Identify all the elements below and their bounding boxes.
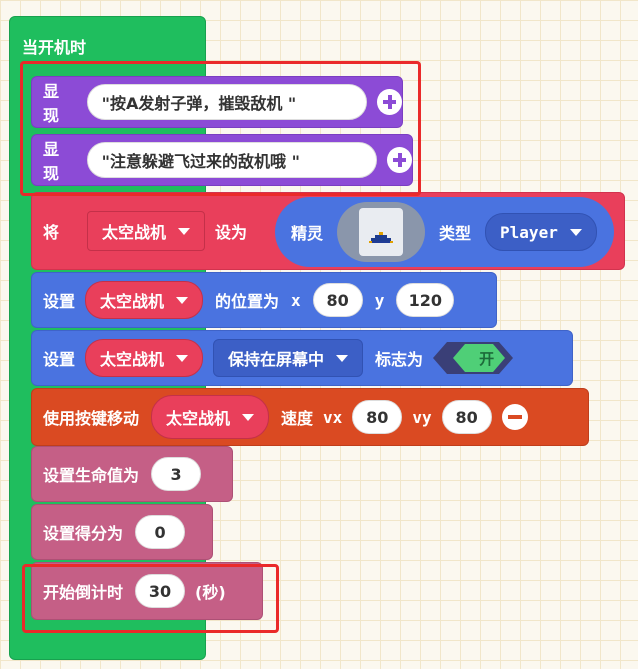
dropdown-caret-icon xyxy=(176,354,189,362)
variable-name: 太空战机 xyxy=(100,292,165,311)
x-label: x xyxy=(291,290,301,310)
flag-to-label: 标志为 xyxy=(375,350,424,369)
set-life-label: 设置生命值为 xyxy=(43,466,140,485)
set-as-label: 设为 xyxy=(215,223,248,242)
set-label: 设置 xyxy=(43,350,76,369)
move-label: 使用按键移动 xyxy=(43,409,140,428)
x-input[interactable]: 80 xyxy=(312,283,363,317)
set-position-block[interactable]: 设置 太空战机 的位置为 x 80 y 120 xyxy=(31,272,497,328)
highlight-box-countdown xyxy=(22,564,279,633)
vx-input[interactable]: 80 xyxy=(352,400,403,434)
life-input[interactable]: 3 xyxy=(151,457,202,491)
dropdown-caret-icon xyxy=(242,413,255,421)
vy-label: vy xyxy=(412,407,432,427)
toggle-value: 开 xyxy=(479,350,495,368)
speed-label: 速度 xyxy=(281,409,314,428)
set-life-block[interactable]: 设置生命值为 3 xyxy=(31,446,233,502)
vx-label: vx xyxy=(323,407,343,427)
move-with-buttons-block[interactable]: 使用按键移动 太空战机 速度 vx 80 vy 80 xyxy=(31,388,589,446)
flag-dropdown[interactable]: 保持在屏幕中 xyxy=(213,339,364,377)
on-start-label: 当开机时 xyxy=(22,38,87,57)
set-flag-block[interactable]: 设置 太空战机 保持在屏幕中 标志为 开 xyxy=(31,330,573,386)
flag-name: 保持在屏幕中 xyxy=(228,350,325,369)
dropdown-caret-icon xyxy=(178,227,191,235)
kind-dropdown[interactable]: Player xyxy=(485,213,597,251)
create-sprite-reporter[interactable]: 精灵 类型 Player xyxy=(275,197,614,267)
kind-label: 类型 xyxy=(439,224,472,243)
dropdown-caret-icon xyxy=(176,296,189,304)
sprite-image-icon xyxy=(359,208,404,256)
dropdown-caret-icon xyxy=(569,228,582,236)
variable-name: 太空战机 xyxy=(102,223,167,242)
highlight-box-show-blocks xyxy=(20,61,421,196)
vy-input[interactable]: 80 xyxy=(441,400,492,434)
set-label: 设置 xyxy=(43,292,76,311)
variable-dropdown[interactable]: 太空战机 xyxy=(85,339,204,377)
y-input[interactable]: 120 xyxy=(396,283,455,317)
set-sprite-block[interactable]: 将 太空战机 设为 精灵 类型 Player xyxy=(31,192,625,270)
variable-dropdown[interactable]: 太空战机 xyxy=(87,211,206,251)
sprite-label: 精灵 xyxy=(291,224,324,243)
variable-name: 太空战机 xyxy=(100,350,165,369)
set-score-block[interactable]: 设置得分为 0 xyxy=(31,504,213,560)
y-label: y xyxy=(374,290,385,310)
variable-name: 太空战机 xyxy=(166,409,231,428)
variable-dropdown[interactable]: 太空战机 xyxy=(85,281,204,319)
minus-icon[interactable] xyxy=(501,404,528,430)
dropdown-caret-icon xyxy=(336,354,349,362)
set-score-label: 设置得分为 xyxy=(43,524,124,543)
variable-dropdown[interactable]: 太空战机 xyxy=(151,395,270,439)
kind-value: Player xyxy=(500,222,558,242)
position-label: 的位置为 xyxy=(215,292,280,311)
score-input[interactable]: 0 xyxy=(135,515,186,549)
toggle-switch[interactable]: 开 xyxy=(433,340,514,376)
set-label: 将 xyxy=(43,223,60,242)
sprite-image-field[interactable] xyxy=(337,202,426,262)
